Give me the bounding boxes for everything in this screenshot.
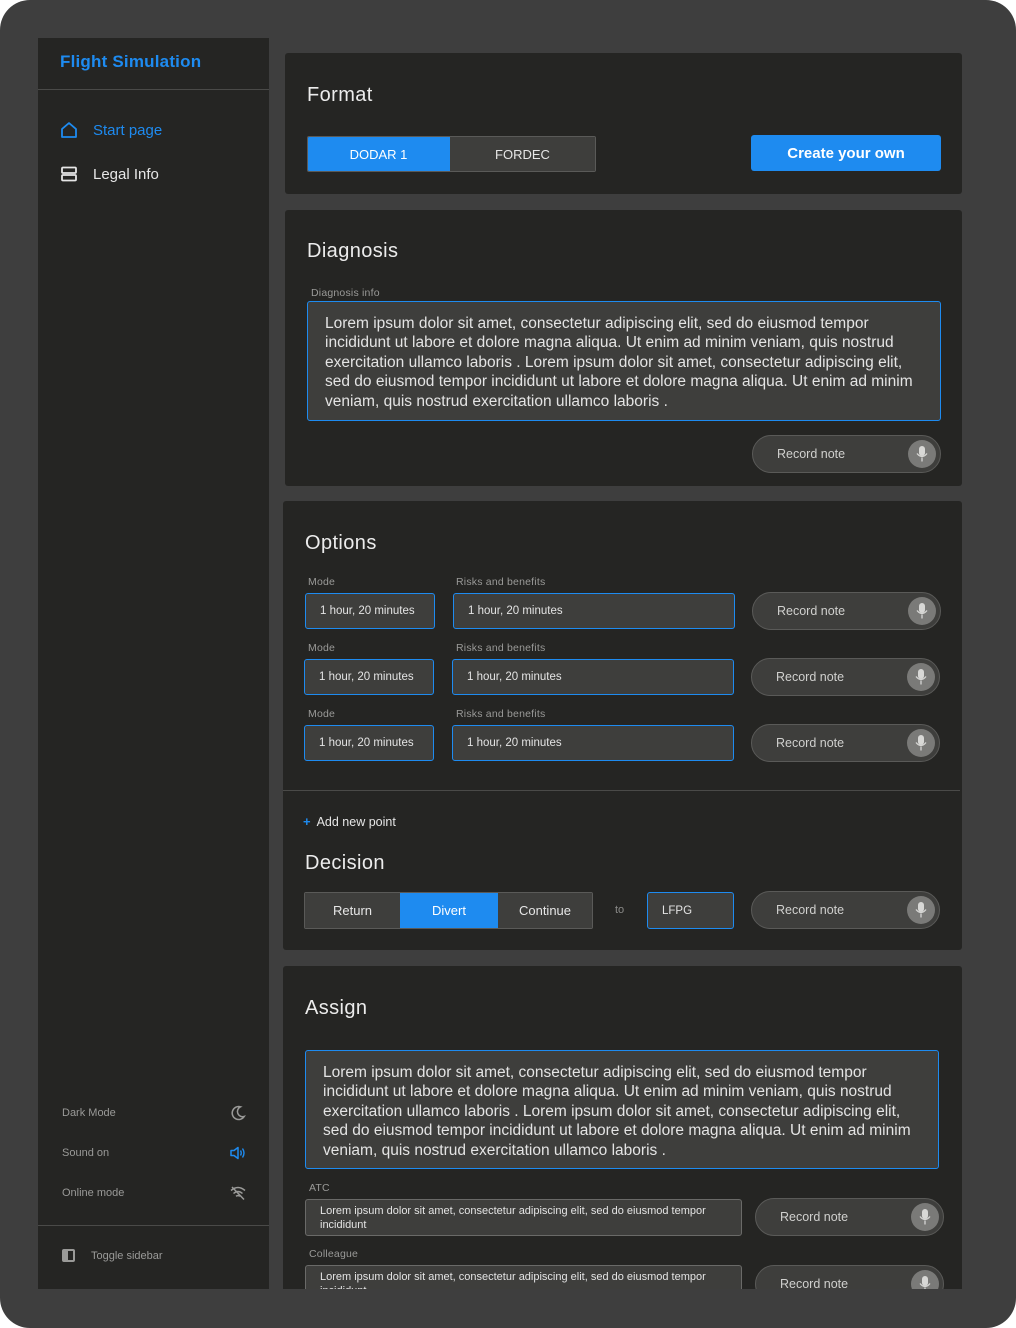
microphone-icon [908, 440, 936, 468]
colleague-input[interactable]: Lorem ipsum dolor sit amet, consectetur … [305, 1265, 742, 1289]
list-icon [60, 165, 78, 183]
decision-title: Decision [305, 852, 385, 874]
sidebar-item-label: Legal Info [93, 165, 159, 183]
record-note-label: Record note [776, 903, 845, 917]
format-selector: DODAR 1 FORDEC [307, 136, 596, 172]
section-divider [283, 790, 960, 791]
mode-input[interactable]: 1 hour, 20 minutes [305, 593, 435, 629]
risks-input[interactable]: 1 hour, 20 minutes [452, 659, 734, 695]
microphone-icon [911, 1270, 939, 1289]
wifi-off-icon[interactable] [229, 1184, 247, 1202]
sidebar-item-legal-info[interactable]: Legal Info [60, 162, 159, 186]
diagnosis-title: Diagnosis [307, 240, 399, 262]
risks-label: Risks and benefits [456, 708, 546, 720]
record-note-label: Record note [777, 604, 846, 618]
microphone-icon [908, 597, 936, 625]
record-note-button[interactable]: Record note [752, 435, 941, 473]
assign-card: Assign Lorem ipsum dolor sit amet, conse… [283, 966, 962, 1289]
mode-label: Mode [308, 708, 336, 720]
toggle-sidebar-button[interactable]: Toggle sidebar [62, 1249, 163, 1262]
toggle-sidebar-label: Toggle sidebar [91, 1249, 163, 1262]
risks-label: Risks and benefits [456, 576, 546, 588]
mode-label: Mode [308, 642, 336, 654]
risks-input[interactable]: 1 hour, 20 minutes [453, 593, 735, 629]
record-note-label: Record note [776, 736, 845, 750]
sidebar-item-label: Start page [93, 121, 163, 139]
mode-label: Mode [308, 576, 336, 588]
microphone-icon [907, 729, 935, 757]
microphone-icon [907, 663, 935, 691]
setting-label: Online mode [62, 1187, 125, 1199]
setting-label: Dark Mode [62, 1107, 116, 1119]
record-note-button[interactable]: Record note [751, 724, 940, 762]
colleague-label: Colleague [309, 1248, 359, 1260]
record-note-button[interactable]: Record note [755, 1265, 944, 1289]
moon-icon[interactable] [229, 1104, 247, 1122]
microphone-icon [911, 1203, 939, 1231]
add-new-point-button[interactable]: + Add new point [303, 814, 396, 829]
home-icon [60, 121, 78, 139]
setting-label: Sound on [62, 1147, 110, 1159]
create-your-own-button[interactable]: Create your own [751, 135, 941, 171]
destination-input[interactable]: LFPG [647, 892, 734, 929]
record-note-button[interactable]: Record note [752, 592, 941, 630]
record-note-button[interactable]: Record note [755, 1198, 944, 1236]
diagnosis-card: Diagnosis Diagnosis info Lorem ipsum dol… [285, 210, 962, 486]
to-label: to [615, 904, 625, 916]
app-screen: Flight Simulation Start page Legal Info … [38, 38, 962, 1289]
app-title: Flight Simulation [60, 52, 202, 71]
record-note-label: Record note [780, 1277, 849, 1289]
speaker-icon[interactable] [229, 1144, 247, 1162]
sidebar-item-start-page[interactable]: Start page [60, 118, 162, 142]
decision-option-divert[interactable]: Divert [400, 893, 497, 928]
sidebar: Flight Simulation Start page Legal Info … [38, 38, 269, 1289]
mode-input[interactable]: 1 hour, 20 minutes [304, 659, 434, 695]
atc-label: ATC [309, 1182, 330, 1194]
add-new-point-label: Add new point [316, 814, 396, 829]
record-note-button[interactable]: Record note [751, 658, 940, 696]
diagnosis-field-label: Diagnosis info [311, 287, 380, 299]
options-title: Options [305, 532, 377, 554]
record-note-label: Record note [776, 670, 845, 684]
setting-sound: Sound on [62, 1143, 247, 1163]
decision-option-continue[interactable]: Continue [497, 893, 592, 928]
diagnosis-textarea[interactable]: Lorem ipsum dolor sit amet, consectetur … [307, 301, 941, 421]
setting-dark-mode: Dark Mode [62, 1103, 247, 1123]
device-frame: Flight Simulation Start page Legal Info … [0, 0, 1016, 1328]
risks-input[interactable]: 1 hour, 20 minutes [452, 725, 734, 761]
record-note-button[interactable]: Record note [751, 891, 940, 929]
record-note-label: Record note [777, 447, 846, 461]
format-option-dodar[interactable]: DODAR 1 [308, 137, 449, 171]
format-option-fordec[interactable]: FORDEC [449, 137, 595, 171]
sidebar-toggle-icon [62, 1249, 75, 1262]
risks-label: Risks and benefits [456, 642, 546, 654]
assign-title: Assign [305, 997, 368, 1019]
format-title: Format [307, 84, 373, 106]
sidebar-divider [38, 1225, 269, 1226]
mode-input[interactable]: 1 hour, 20 minutes [304, 725, 434, 761]
decision-selector: Return Divert Continue [304, 892, 593, 929]
plus-icon: + [303, 814, 311, 829]
setting-online-mode: Online mode [62, 1183, 247, 1203]
sidebar-divider [38, 89, 269, 90]
atc-input[interactable]: Lorem ipsum dolor sit amet, consectetur … [305, 1199, 742, 1236]
decision-option-return[interactable]: Return [305, 893, 400, 928]
record-note-label: Record note [780, 1210, 849, 1224]
microphone-icon [907, 896, 935, 924]
assign-textarea[interactable]: Lorem ipsum dolor sit amet, consectetur … [305, 1050, 939, 1169]
format-card: Format DODAR 1 FORDEC Create your own [285, 53, 962, 194]
options-card: Options Mode Risks and benefits 1 hour, … [283, 501, 962, 950]
